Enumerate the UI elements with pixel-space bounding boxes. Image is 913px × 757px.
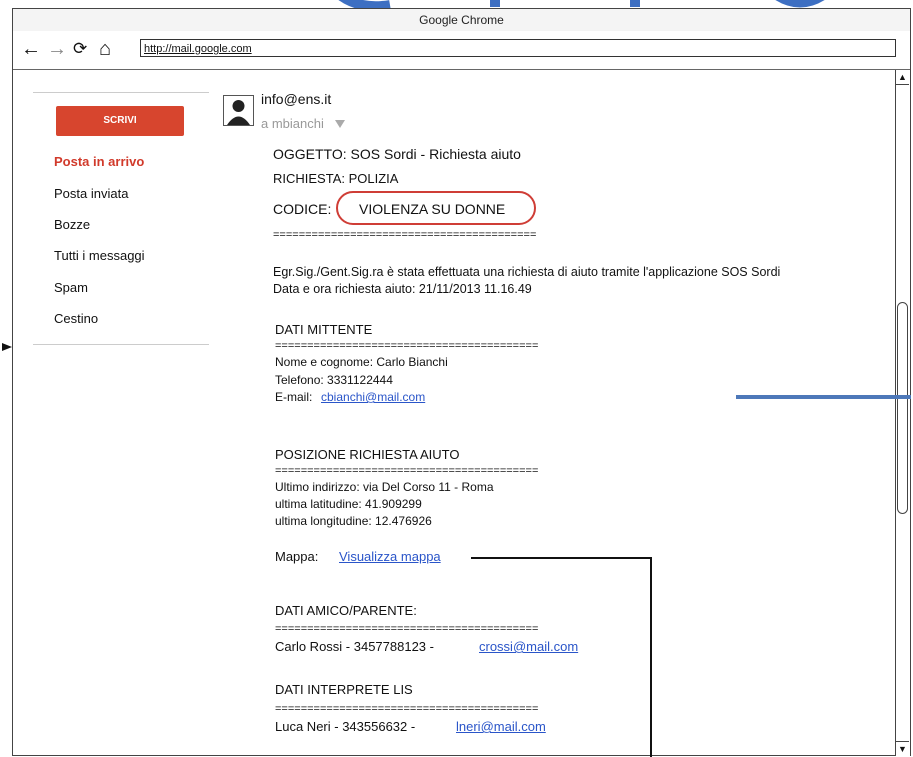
rule-2: ========================================… xyxy=(275,342,539,352)
forward-icon[interactable]: → xyxy=(47,39,67,59)
recipient: a mbianchi xyxy=(261,116,324,131)
email-request: RICHIESTA: POLIZIA xyxy=(273,171,399,186)
sidebar-bottom-divider xyxy=(33,344,209,345)
last-longitude: ultima longitudine: 12.476926 xyxy=(275,514,432,528)
friend-section-title: DATI AMICO/PARENTE: xyxy=(275,603,417,618)
home-icon[interactable]: ⌂ xyxy=(99,39,111,59)
sender-name: Nome e cognome: Carlo Bianchi xyxy=(275,355,448,369)
scroll-up-icon[interactable]: ▲ xyxy=(896,70,909,85)
window-title: Google Chrome xyxy=(13,9,910,32)
interpreter-text: Luca Neri - 343556632 - xyxy=(275,719,416,734)
rule-1: ========================================… xyxy=(273,231,537,241)
person-icon xyxy=(227,100,250,125)
sidebar-item-inbox[interactable]: Posta in arrivo xyxy=(54,154,144,169)
last-latitude: ultima latitudine: 41.909299 xyxy=(275,497,422,511)
interpreter-email-link[interactable]: lneri@mail.com xyxy=(456,719,546,734)
code-label: CODICE: xyxy=(273,201,332,217)
reload-icon[interactable]: ⟳ xyxy=(73,39,87,59)
sender-section-title: DATI MITTENTE xyxy=(275,322,373,337)
sidebar-item-spam[interactable]: Spam xyxy=(54,280,88,295)
map-label: Mappa: xyxy=(275,549,319,564)
address-bar: ← → ⟳ ⌂ http://mail.google.com xyxy=(13,31,910,70)
browser-window: Google Chrome ← → ⟳ ⌂ http://mail.google… xyxy=(12,8,911,757)
scroll-down-icon[interactable]: ▼ xyxy=(896,741,909,756)
email-subject: OGGETTO: SOS Sordi - Richiesta aiuto xyxy=(273,146,521,162)
compose-button[interactable]: SCRIVI xyxy=(56,106,184,136)
sidebar-item-drafts[interactable]: Bozze xyxy=(54,217,90,232)
scrollbar[interactable]: ▲ ▼ xyxy=(895,70,910,756)
gmail-content: SCRIVI Posta in arrivo Posta inviata Boz… xyxy=(13,70,910,757)
sender-phone: Telefono: 3331122444 xyxy=(275,373,393,387)
sidebar-item-trash[interactable]: Cestino xyxy=(54,311,98,326)
last-address: Ultimo indirizzo: via Del Corso 11 - Rom… xyxy=(275,480,494,494)
position-section-title: POSIZIONE RICHIESTA AIUTO xyxy=(275,447,460,462)
chevron-down-icon[interactable] xyxy=(334,119,346,129)
friend-email-link[interactable]: crossi@mail.com xyxy=(479,639,578,654)
sidebar-top-divider xyxy=(33,92,209,93)
connector-vertical xyxy=(650,557,652,757)
rule-5: ========================================… xyxy=(275,705,539,715)
map-link[interactable]: Visualizza mappa xyxy=(339,549,441,564)
sender-email-label: E-mail: xyxy=(275,390,313,404)
back-icon[interactable]: ← xyxy=(21,39,41,59)
interpreter-section-title: DATI INTERPRETE LIS xyxy=(275,682,413,697)
sidebar-item-all[interactable]: Tutti i messaggi xyxy=(54,248,145,263)
sender-email-link[interactable]: cbianchi@mail.com xyxy=(321,390,425,404)
friend-text: Carlo Rossi - 3457788123 - xyxy=(275,639,434,654)
sidebar-item-sent[interactable]: Posta inviata xyxy=(54,186,128,201)
rule-3: ========================================… xyxy=(275,467,539,477)
url-field[interactable]: http://mail.google.com xyxy=(140,39,896,57)
avatar xyxy=(223,95,254,126)
connector-line xyxy=(471,557,651,559)
datetime-text: Data e ora richiesta aiuto: 21/11/2013 1… xyxy=(273,282,532,296)
scroll-thumb[interactable] xyxy=(897,302,908,514)
intro-text: Egr.Sig./Gent.Sig.ra è stata effettuata … xyxy=(273,265,781,279)
rule-4: ========================================… xyxy=(275,625,539,635)
code-highlight xyxy=(336,191,536,225)
sender-email: info@ens.it xyxy=(261,91,332,107)
annotation-line xyxy=(736,395,911,399)
